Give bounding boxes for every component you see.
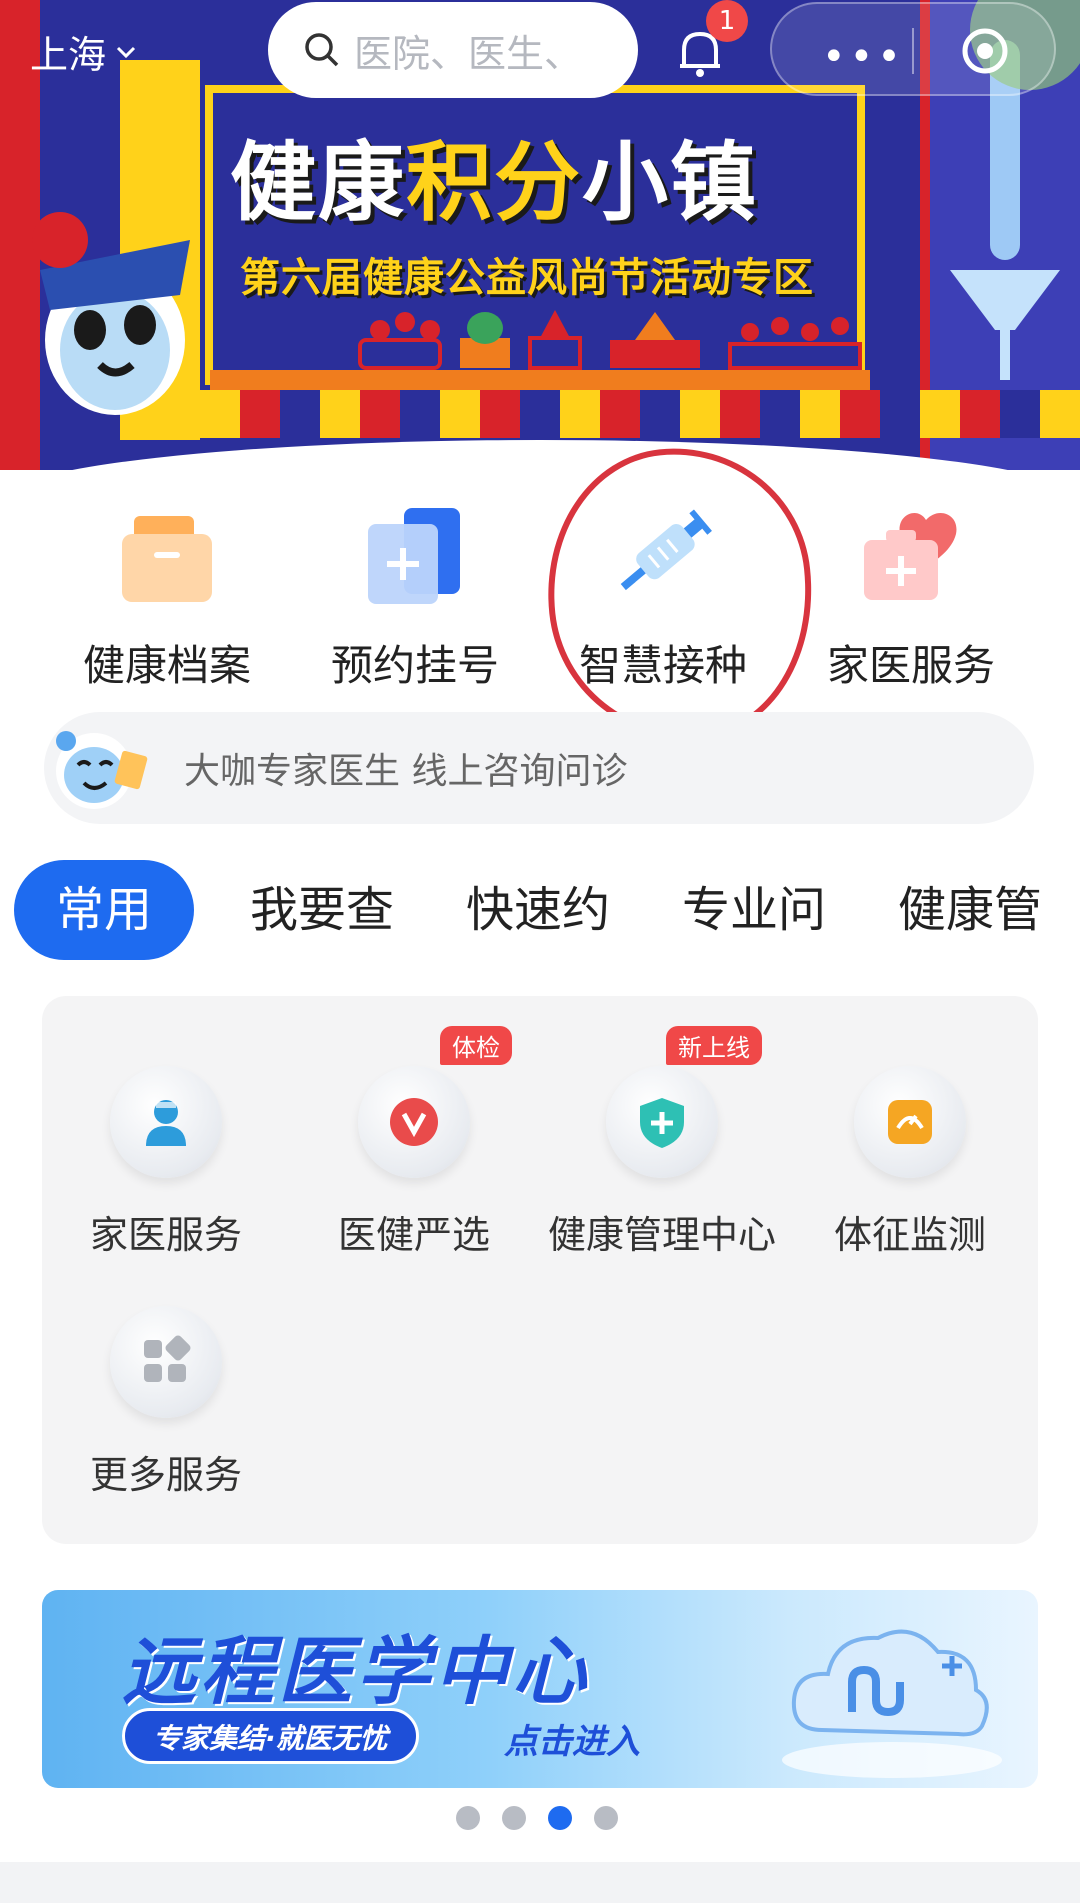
annotation-circle bbox=[533, 435, 827, 753]
tab-query[interactable]: 我要查 bbox=[250, 860, 394, 960]
category-tabs: 常用 我要查 快速约 专业问 健康管 bbox=[0, 860, 1080, 960]
service-label: 家医服务 bbox=[89, 1213, 242, 1257]
quick-entry-family-doctor[interactable]: 家医服务 bbox=[796, 500, 1026, 693]
folder-icon bbox=[122, 516, 212, 602]
service-icon-ring bbox=[110, 1306, 222, 1418]
capsule-divider bbox=[912, 28, 914, 74]
service-icon-ring bbox=[854, 1066, 966, 1178]
city-selector[interactable]: 上海 bbox=[30, 24, 140, 79]
quick-entry-appointment[interactable]: 预约挂号 bbox=[300, 500, 530, 693]
telemedicine-slogan: 专家集结·就医无忧 bbox=[122, 1708, 419, 1764]
bottom-strip bbox=[0, 1862, 1080, 1903]
quick-entry-label: 家医服务 bbox=[826, 641, 995, 690]
more-icon[interactable]: ••• bbox=[822, 34, 905, 80]
hero-banner[interactable]: 健康积分小镇 第六届健康公益风尚节活动专区 上海 医院、医生、 1 ••• bbox=[0, 0, 1080, 470]
services-card: 家医服务 体检 医健严选 新上线 健康管理中心 体征监测 更多服务 bbox=[42, 996, 1038, 1544]
pager-dot[interactable] bbox=[456, 1806, 480, 1830]
tab-quick-appointment[interactable]: 快速约 bbox=[466, 860, 610, 960]
quick-entry-label: 健康档案 bbox=[82, 641, 251, 690]
service-tag: 新上线 bbox=[666, 1026, 762, 1065]
badge-v-icon bbox=[390, 1098, 438, 1146]
service-icon-ring bbox=[358, 1066, 470, 1178]
notification-badge: 1 bbox=[706, 0, 748, 42]
city-label: 上海 bbox=[30, 33, 107, 77]
banner-decor-checker bbox=[200, 390, 1080, 438]
service-medical-selection[interactable]: 体检 医健严选 bbox=[290, 1026, 538, 1259]
quick-entry-health-record[interactable]: 健康档案 bbox=[52, 500, 282, 693]
service-icon-ring bbox=[606, 1066, 718, 1178]
medical-kit-heart-icon bbox=[864, 512, 957, 600]
service-more[interactable]: 更多服务 bbox=[42, 1306, 290, 1499]
service-label: 更多服务 bbox=[89, 1453, 242, 1497]
service-tag: 体检 bbox=[440, 1026, 512, 1065]
pager-dot[interactable] bbox=[594, 1806, 618, 1830]
tab-professional-ask[interactable]: 专业问 bbox=[682, 860, 826, 960]
service-label: 医健严选 bbox=[337, 1213, 490, 1257]
mascot-avatar-icon bbox=[56, 731, 148, 809]
telemedicine-banner[interactable]: 远程医学中心 专家集结·就医无忧 点击进入 bbox=[42, 1590, 1038, 1788]
grid-icon bbox=[144, 1335, 191, 1382]
expert-consult-bar[interactable]: 大咖专家医生 线上咨询问诊 bbox=[44, 712, 1034, 824]
service-icon-ring bbox=[110, 1066, 222, 1178]
telemedicine-title: 远程医学中心 bbox=[122, 1629, 590, 1715]
pager-dot[interactable] bbox=[502, 1806, 526, 1830]
tab-health-manage[interactable]: 健康管 bbox=[898, 860, 1042, 960]
service-health-center[interactable]: 新上线 健康管理中心 bbox=[538, 1026, 786, 1259]
doctor-icon bbox=[146, 1100, 186, 1146]
quick-entry-label: 预约挂号 bbox=[330, 641, 499, 690]
banner-subtitle: 第六届健康公益风尚节活动专区 bbox=[240, 255, 814, 301]
app-page: 健康积分小镇 第六届健康公益风尚节活动专区 上海 医院、医生、 1 ••• 健康… bbox=[0, 0, 1080, 1903]
gauge-icon bbox=[888, 1100, 932, 1144]
service-label: 健康管理中心 bbox=[547, 1213, 776, 1257]
banner-plants-illustration bbox=[358, 310, 862, 370]
service-vital-signs[interactable]: 体征监测 bbox=[786, 1066, 1034, 1259]
cloud-medical-icon bbox=[782, 1629, 1002, 1778]
mini-program-capsule: ••• bbox=[770, 2, 1056, 96]
top-bar: 上海 医院、医生、 1 ••• bbox=[0, 0, 1080, 100]
search-placeholder: 医院、医生、 bbox=[354, 31, 583, 76]
close-target-icon[interactable] bbox=[960, 26, 1010, 76]
banner-title: 健康积分小镇 bbox=[230, 133, 758, 233]
search-icon bbox=[305, 33, 339, 67]
mascot-illustration bbox=[32, 212, 190, 415]
tab-common[interactable]: 常用 bbox=[14, 860, 195, 960]
search-input[interactable]: 医院、医生、 bbox=[268, 2, 638, 98]
service-label: 体征监测 bbox=[833, 1213, 986, 1257]
consult-text: 大咖专家医生 线上咨询问诊 bbox=[184, 751, 628, 792]
banner-decor-band bbox=[210, 370, 870, 392]
quick-entries: 健康档案 预约挂号 智慧接种 家医服务 bbox=[0, 500, 1080, 690]
telemedicine-cta[interactable]: 点击进入 bbox=[504, 1714, 640, 1763]
banner-pager bbox=[456, 1806, 618, 1830]
add-card-icon bbox=[368, 508, 460, 604]
shield-plus-icon bbox=[640, 1098, 684, 1148]
banner-bottom-curve bbox=[0, 440, 1080, 470]
service-family-doctor[interactable]: 家医服务 bbox=[42, 1066, 290, 1259]
chevron-down-icon bbox=[116, 46, 136, 58]
pager-dot-active[interactable] bbox=[548, 1806, 572, 1830]
